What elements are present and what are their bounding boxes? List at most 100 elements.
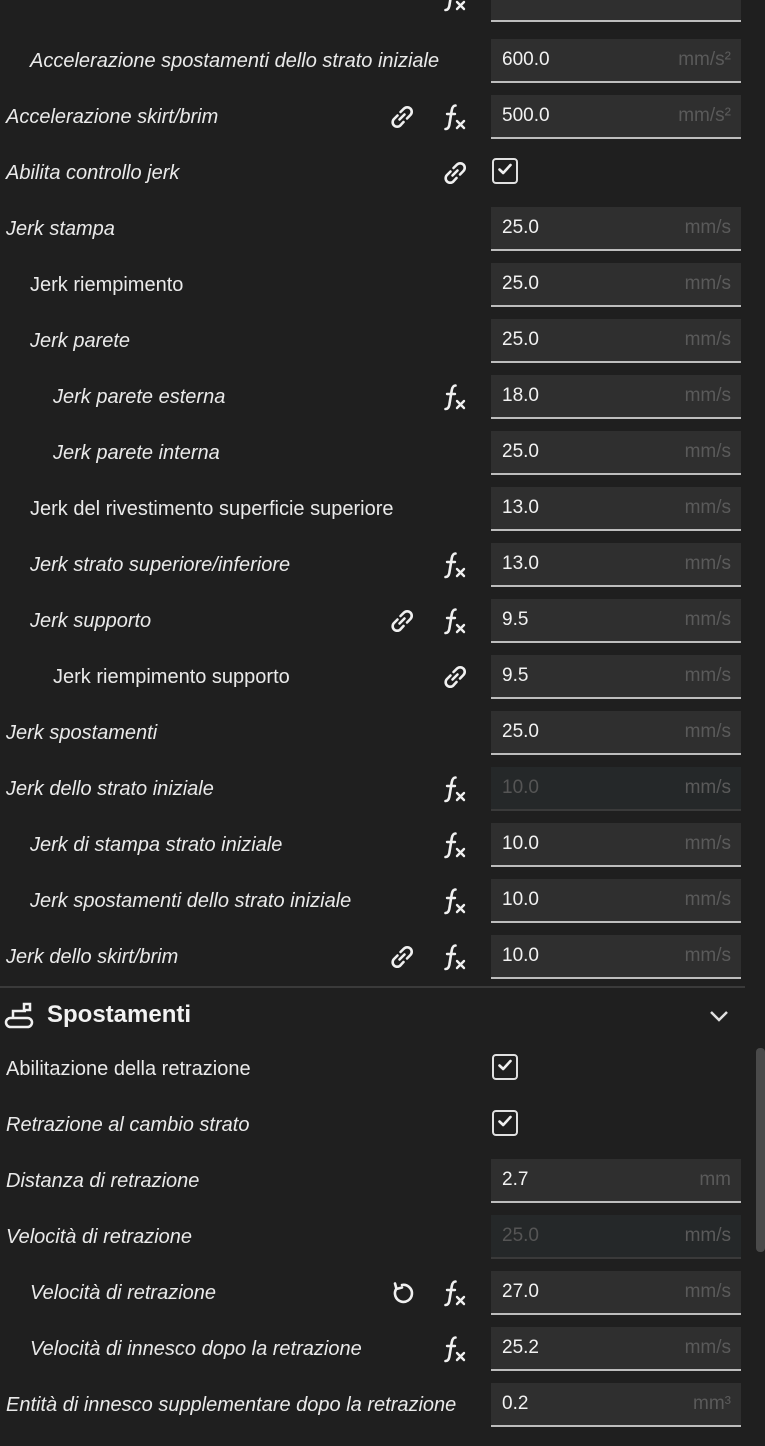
link-icon[interactable] xyxy=(437,155,473,191)
setting-row: Jerk parete esterna 18.0 mm/s xyxy=(0,369,745,425)
function-icon[interactable] xyxy=(437,603,473,639)
setting-value-field[interactable]: 25.0 mm/s xyxy=(491,431,741,475)
field-value: 25.0 xyxy=(502,441,539,462)
setting-value-field[interactable]: 600.0 mm/s² xyxy=(491,39,741,83)
field-unit: mm/s xyxy=(684,1225,731,1246)
setting-label: Abilitazione della retrazione xyxy=(6,1058,251,1080)
setting-label: Accelerazione skirt/brim xyxy=(6,106,219,128)
setting-row: Jerk spostamenti 25.0 mm/s xyxy=(0,705,745,761)
field-value: 25.0 xyxy=(502,217,539,238)
link-icon[interactable] xyxy=(384,603,420,639)
setting-value-field[interactable]: 9.5 mm/s xyxy=(491,655,741,699)
link-icon[interactable] xyxy=(384,99,420,135)
setting-value-field[interactable]: 25.0 mm/s xyxy=(491,711,741,755)
setting-label: Jerk parete interna xyxy=(53,442,220,464)
function-icon[interactable] xyxy=(437,0,473,16)
field-value: 25.0 xyxy=(502,273,539,294)
field-value: 13.0 xyxy=(502,553,539,574)
setting-row: Jerk parete 25.0 mm/s xyxy=(0,313,745,369)
field-unit: mm/s xyxy=(684,1337,731,1358)
setting-value-field[interactable]: 10.0 mm/s xyxy=(491,823,741,867)
setting-value-field[interactable]: 9.5 mm/s xyxy=(491,599,741,643)
setting-row: Jerk supporto 9.5 mm/s xyxy=(0,593,745,649)
chevron-down-icon[interactable] xyxy=(706,1004,732,1031)
field-value: 0.2 xyxy=(502,1393,529,1414)
setting-row: Jerk dello strato iniziale 10.0 mm/s xyxy=(0,761,745,817)
function-icon[interactable] xyxy=(437,379,473,415)
setting-row: Jerk parete interna 25.0 mm/s xyxy=(0,425,745,481)
settings-panel: Accelerazione spostamenti dello strato i… xyxy=(0,0,765,1446)
setting-value-field[interactable]: 10.0 mm/s xyxy=(491,767,741,811)
field-unit: mm xyxy=(699,1169,731,1190)
field-value: 9.5 xyxy=(502,609,529,630)
setting-value-field[interactable] xyxy=(491,0,741,22)
setting-label: Jerk di stampa strato iniziale xyxy=(30,834,283,856)
function-icon[interactable] xyxy=(437,99,473,135)
setting-row: Jerk riempimento 25.0 mm/s xyxy=(0,257,745,313)
setting-label: Jerk strato superiore/inferiore xyxy=(30,554,291,576)
setting-value-field[interactable]: 25.0 mm/s xyxy=(491,263,741,307)
field-unit: mm/s xyxy=(684,329,731,350)
setting-value-field[interactable]: 27.0 mm/s xyxy=(491,1271,741,1315)
setting-label: Jerk parete xyxy=(30,330,131,352)
field-unit: mm/s xyxy=(684,217,731,238)
setting-label: Jerk stampa xyxy=(6,218,115,240)
setting-checkbox[interactable] xyxy=(492,158,518,184)
field-value: 13.0 xyxy=(502,497,539,518)
field-value: 9.5 xyxy=(502,665,529,686)
function-icon[interactable] xyxy=(437,883,473,919)
setting-label: Entità di innesco supplementare dopo la … xyxy=(6,1394,457,1416)
field-unit: mm/s xyxy=(684,1281,731,1302)
setting-row xyxy=(0,0,745,28)
setting-label: Jerk supporto xyxy=(30,610,152,632)
setting-value-field[interactable]: 10.0 mm/s xyxy=(491,935,741,979)
setting-value-field[interactable]: 2.7 mm xyxy=(491,1159,741,1203)
field-value: 10.0 xyxy=(502,777,539,798)
function-icon[interactable] xyxy=(437,771,473,807)
setting-row: Accelerazione spostamenti dello strato i… xyxy=(0,33,745,89)
field-value: 25.0 xyxy=(502,1225,539,1246)
checkmark-icon xyxy=(497,162,513,181)
link-icon[interactable] xyxy=(384,939,420,975)
function-icon[interactable] xyxy=(437,547,473,583)
setting-row: Accelerazione skirt/brim 500.0 mm/s² xyxy=(0,89,745,145)
reset-icon[interactable] xyxy=(384,1275,420,1311)
setting-value-field[interactable]: 13.0 mm/s xyxy=(491,543,741,587)
setting-row: Retrazione al cambio strato xyxy=(0,1097,745,1153)
setting-label: Jerk dello skirt/brim xyxy=(6,946,179,968)
setting-row: Jerk strato superiore/inferiore 13.0 mm/s xyxy=(0,537,745,593)
setting-value-field[interactable]: 0.2 mm³ xyxy=(491,1383,741,1427)
setting-value-field[interactable]: 13.0 mm/s xyxy=(491,487,741,531)
field-unit: mm/s xyxy=(684,553,731,574)
setting-value-field[interactable]: 10.0 mm/s xyxy=(491,879,741,923)
setting-value-field[interactable]: 500.0 mm/s² xyxy=(491,95,741,139)
setting-value-field[interactable]: 25.0 mm/s xyxy=(491,319,741,363)
setting-row: Jerk spostamenti dello strato iniziale 10… xyxy=(0,873,745,929)
function-icon[interactable] xyxy=(437,939,473,975)
field-value: 27.0 xyxy=(502,1281,539,1302)
field-unit: mm/s xyxy=(684,441,731,462)
travel-icon xyxy=(4,1000,38,1035)
setting-label: Velocità di innesco dopo la retrazione xyxy=(30,1338,362,1360)
checkmark-icon xyxy=(497,1058,513,1077)
section-header-spostamenti[interactable]: Spostamenti xyxy=(0,986,745,1042)
setting-value-field[interactable]: 18.0 mm/s xyxy=(491,375,741,419)
setting-value-field[interactable]: 25.0 mm/s xyxy=(491,1215,741,1259)
setting-value-field[interactable]: 25.0 mm/s xyxy=(491,207,741,251)
function-icon[interactable] xyxy=(437,827,473,863)
field-unit: mm/s xyxy=(684,833,731,854)
section-title: Spostamenti xyxy=(47,1001,192,1028)
link-icon[interactable] xyxy=(437,659,473,695)
setting-checkbox[interactable] xyxy=(492,1054,518,1080)
setting-label: Distanza di retrazione xyxy=(6,1170,200,1192)
function-icon[interactable] xyxy=(437,1275,473,1311)
setting-label: Jerk spostamenti xyxy=(6,722,158,744)
setting-label: Velocità di retrazione xyxy=(6,1226,193,1248)
setting-checkbox[interactable] xyxy=(492,1110,518,1136)
field-unit: mm/s xyxy=(684,777,731,798)
setting-row: Jerk del rivestimento superficie superio… xyxy=(0,481,745,537)
function-icon[interactable] xyxy=(437,1331,473,1367)
setting-value-field[interactable]: 25.2 mm/s xyxy=(491,1327,741,1371)
scrollbar-thumb[interactable] xyxy=(756,1048,765,1252)
field-unit: mm/s² xyxy=(678,49,731,70)
